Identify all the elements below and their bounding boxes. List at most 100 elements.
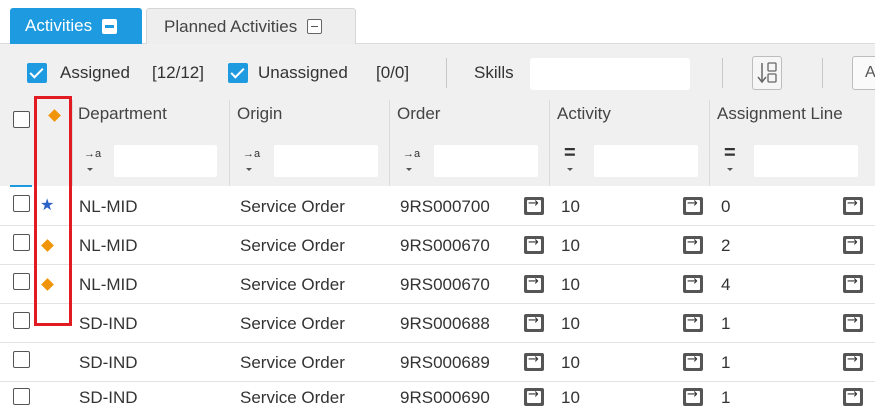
toolbar-separator — [722, 58, 723, 88]
row-checkbox[interactable] — [13, 195, 30, 212]
filter-operator-icon[interactable]: →a — [84, 148, 101, 160]
order-cell: 9RS000670 — [400, 236, 490, 255]
assignment-line-cell: 1 — [721, 314, 731, 333]
open-order-icon[interactable] — [524, 196, 544, 215]
open-activity-icon[interactable] — [683, 352, 703, 371]
table-row[interactable]: SD-IND Service Order 9RS000690 10 1 — [0, 382, 875, 412]
row-checkbox[interactable] — [13, 351, 30, 368]
open-assignment-line-icon[interactable] — [843, 352, 863, 371]
open-activity-icon[interactable] — [683, 235, 703, 254]
table-row[interactable]: ★ NL-MID Service Order 9RS000700 10 0 — [0, 187, 875, 226]
department-filter-input[interactable] — [114, 145, 217, 177]
select-all-checkbox[interactable] — [13, 111, 30, 128]
open-activity-icon[interactable] — [683, 274, 703, 293]
order-cell: 9RS000688 — [400, 314, 490, 333]
open-order-icon[interactable] — [524, 352, 544, 371]
open-assignment-line-icon[interactable] — [843, 274, 863, 293]
assignment-line-cell: 1 — [721, 388, 731, 407]
open-activity-icon[interactable] — [683, 313, 703, 332]
row-checkbox[interactable] — [13, 273, 30, 290]
row-checkbox[interactable] — [13, 388, 30, 405]
unassigned-label: Unassigned — [258, 63, 348, 82]
assigned-checkbox[interactable] — [27, 63, 47, 83]
sort-button[interactable] — [752, 56, 782, 90]
open-assignment-line-icon[interactable] — [843, 196, 863, 215]
diamond-icon — [41, 239, 54, 252]
collapse-icon[interactable] — [307, 19, 323, 34]
unassigned-checkbox[interactable] — [228, 63, 248, 83]
column-title: Activity — [557, 104, 611, 123]
toolbar-separator — [822, 58, 823, 88]
department-cell: SD-IND — [79, 314, 138, 333]
filter-operator-icon[interactable]: →a — [403, 148, 420, 160]
assigned-count: [12/12] — [152, 63, 204, 82]
open-assignment-line-icon[interactable] — [843, 387, 863, 406]
origin-cell: Service Order — [240, 275, 345, 294]
assignment-line-cell: 1 — [721, 353, 731, 372]
activity-cell: 10 — [561, 314, 580, 333]
column-title: Order — [397, 104, 441, 123]
row-checkbox[interactable] — [13, 234, 30, 251]
tab-label: Planned Activities — [164, 16, 298, 36]
filter-operator-icon[interactable]: →a — [243, 148, 260, 160]
origin-cell: Service Order — [240, 197, 345, 216]
activity-cell: 10 — [561, 197, 580, 216]
order-cell: 9RS000670 — [400, 275, 490, 294]
origin-cell: Service Order — [240, 236, 345, 255]
assigned-label: Assigned — [60, 63, 130, 82]
dropdown-arrow-icon — [567, 168, 573, 171]
dropdown-arrow-icon — [87, 168, 93, 171]
open-activity-icon[interactable] — [683, 196, 703, 215]
column-title: Assignment Line — [717, 104, 843, 123]
department-cell: SD-IND — [79, 388, 138, 407]
dropdown-arrow-icon — [406, 168, 412, 171]
activity-cell: 10 — [561, 236, 580, 255]
sort-icon — [757, 62, 777, 84]
skills-label: Skills — [474, 63, 514, 82]
order-filter-input[interactable] — [434, 145, 538, 177]
filter-operator-icon[interactable]: = — [724, 142, 736, 165]
department-cell: SD-IND — [79, 353, 138, 372]
column-header-assignment-line[interactable]: Assignment Line = — [710, 100, 875, 186]
tab-label: Activities — [25, 16, 93, 35]
assignment-line-cell: 0 — [721, 197, 731, 216]
open-activity-icon[interactable] — [683, 387, 703, 406]
department-cell: NL-MID — [79, 197, 138, 216]
open-order-icon[interactable] — [524, 387, 544, 406]
assignment-line-filter-input[interactable] — [754, 145, 858, 177]
toolbar-button[interactable]: A — [852, 56, 875, 90]
column-title: Origin — [237, 104, 283, 123]
tab-activities[interactable]: Activities — [10, 8, 142, 44]
collapse-icon[interactable] — [102, 18, 118, 34]
table-row[interactable]: SD-IND Service Order 9RS000688 10 1 — [0, 304, 875, 343]
filter-operator-icon[interactable]: = — [564, 142, 576, 165]
skills-input[interactable] — [530, 58, 690, 90]
star-icon: ★ — [40, 195, 55, 214]
column-header-order[interactable]: Order →a — [390, 100, 549, 186]
open-order-icon[interactable] — [524, 274, 544, 293]
table-row[interactable]: NL-MID Service Order 9RS000670 10 4 — [0, 265, 875, 304]
tab-planned-activities[interactable]: Planned Activities — [146, 8, 356, 44]
origin-filter-input[interactable] — [274, 145, 378, 177]
column-header-department[interactable]: Department →a — [72, 100, 229, 186]
department-cell: NL-MID — [79, 236, 138, 255]
department-cell: NL-MID — [79, 275, 138, 294]
column-header-activity[interactable]: Activity = — [550, 100, 709, 186]
origin-cell: Service Order — [240, 388, 345, 407]
assignment-line-cell: 2 — [721, 236, 731, 255]
order-cell: 9RS000689 — [400, 353, 490, 372]
diamond-icon — [48, 109, 61, 122]
table-row[interactable]: SD-IND Service Order 9RS000689 10 1 — [0, 343, 875, 382]
origin-cell: Service Order — [240, 353, 345, 372]
row-checkbox[interactable] — [13, 312, 30, 329]
column-header-origin[interactable]: Origin →a — [230, 100, 389, 186]
activity-filter-input[interactable] — [594, 145, 698, 177]
open-order-icon[interactable] — [524, 313, 544, 332]
open-assignment-line-icon[interactable] — [843, 313, 863, 332]
order-cell: 9RS000700 — [400, 197, 490, 216]
column-title: Department — [78, 104, 167, 123]
activity-cell: 10 — [561, 353, 580, 372]
open-order-icon[interactable] — [524, 235, 544, 254]
table-row[interactable]: NL-MID Service Order 9RS000670 10 2 — [0, 226, 875, 265]
open-assignment-line-icon[interactable] — [843, 235, 863, 254]
